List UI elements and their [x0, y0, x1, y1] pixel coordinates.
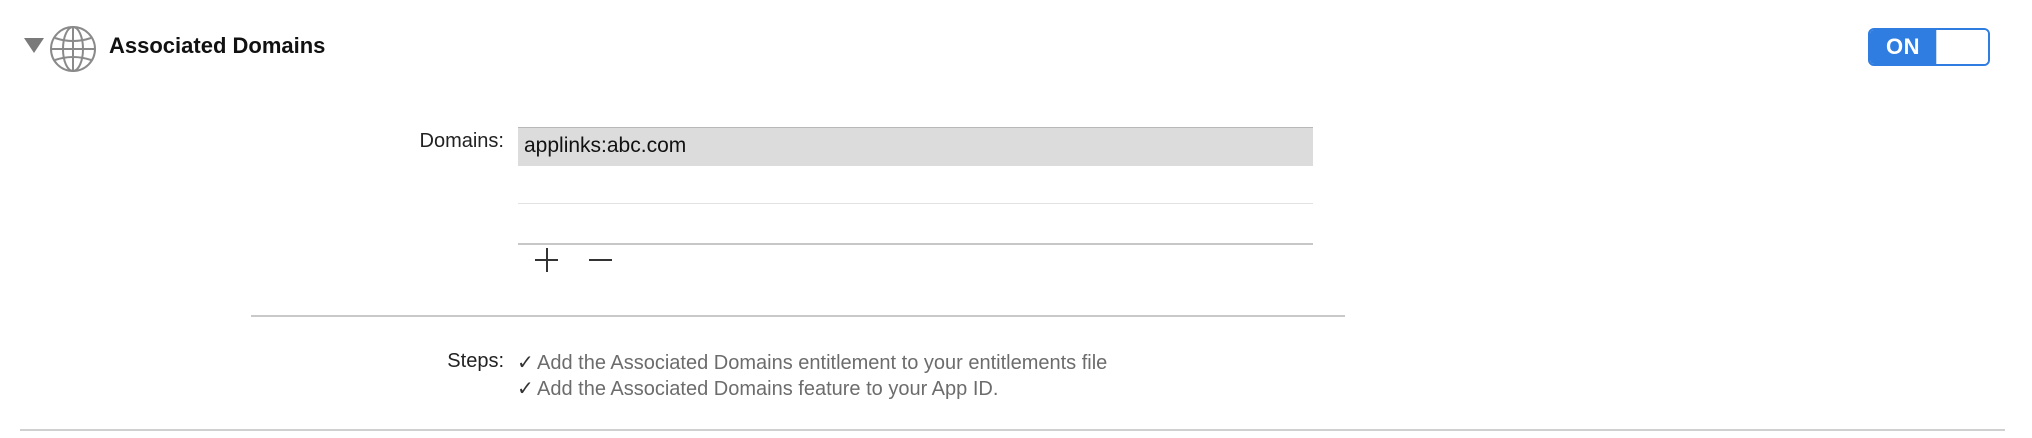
section-divider	[251, 315, 1345, 317]
toggle-on-label: ON	[1870, 30, 1936, 64]
domains-label: Domains:	[419, 130, 504, 152]
toggle-knob	[1936, 30, 1988, 64]
add-domain-button[interactable]	[532, 248, 562, 272]
disclosure-triangle-icon[interactable]	[24, 38, 44, 53]
steps-label: Steps:	[447, 350, 504, 372]
checkmark-icon: ✓	[517, 378, 534, 400]
step-text: Add the Associated Domains feature to yo…	[537, 378, 999, 400]
bottom-divider	[20, 429, 2005, 431]
list-bottom-border	[518, 243, 1313, 245]
step-item: ✓ Add the Associated Domains entitlement …	[517, 350, 1107, 375]
step-item: ✓ Add the Associated Domains feature to y…	[517, 376, 998, 401]
domain-row-empty[interactable]	[518, 166, 1313, 204]
remove-domain-button[interactable]	[586, 248, 616, 272]
checkmark-icon: ✓	[517, 352, 534, 374]
globe-icon	[50, 26, 96, 72]
step-text: Add the Associated Domains entitlement t…	[537, 352, 1108, 374]
capability-toggle[interactable]: ON	[1868, 28, 1990, 66]
section-title: Associated Domains	[109, 33, 326, 58]
domains-list[interactable]: applinks:abc.com	[518, 127, 1313, 245]
domain-row[interactable]: applinks:abc.com	[518, 127, 1313, 166]
